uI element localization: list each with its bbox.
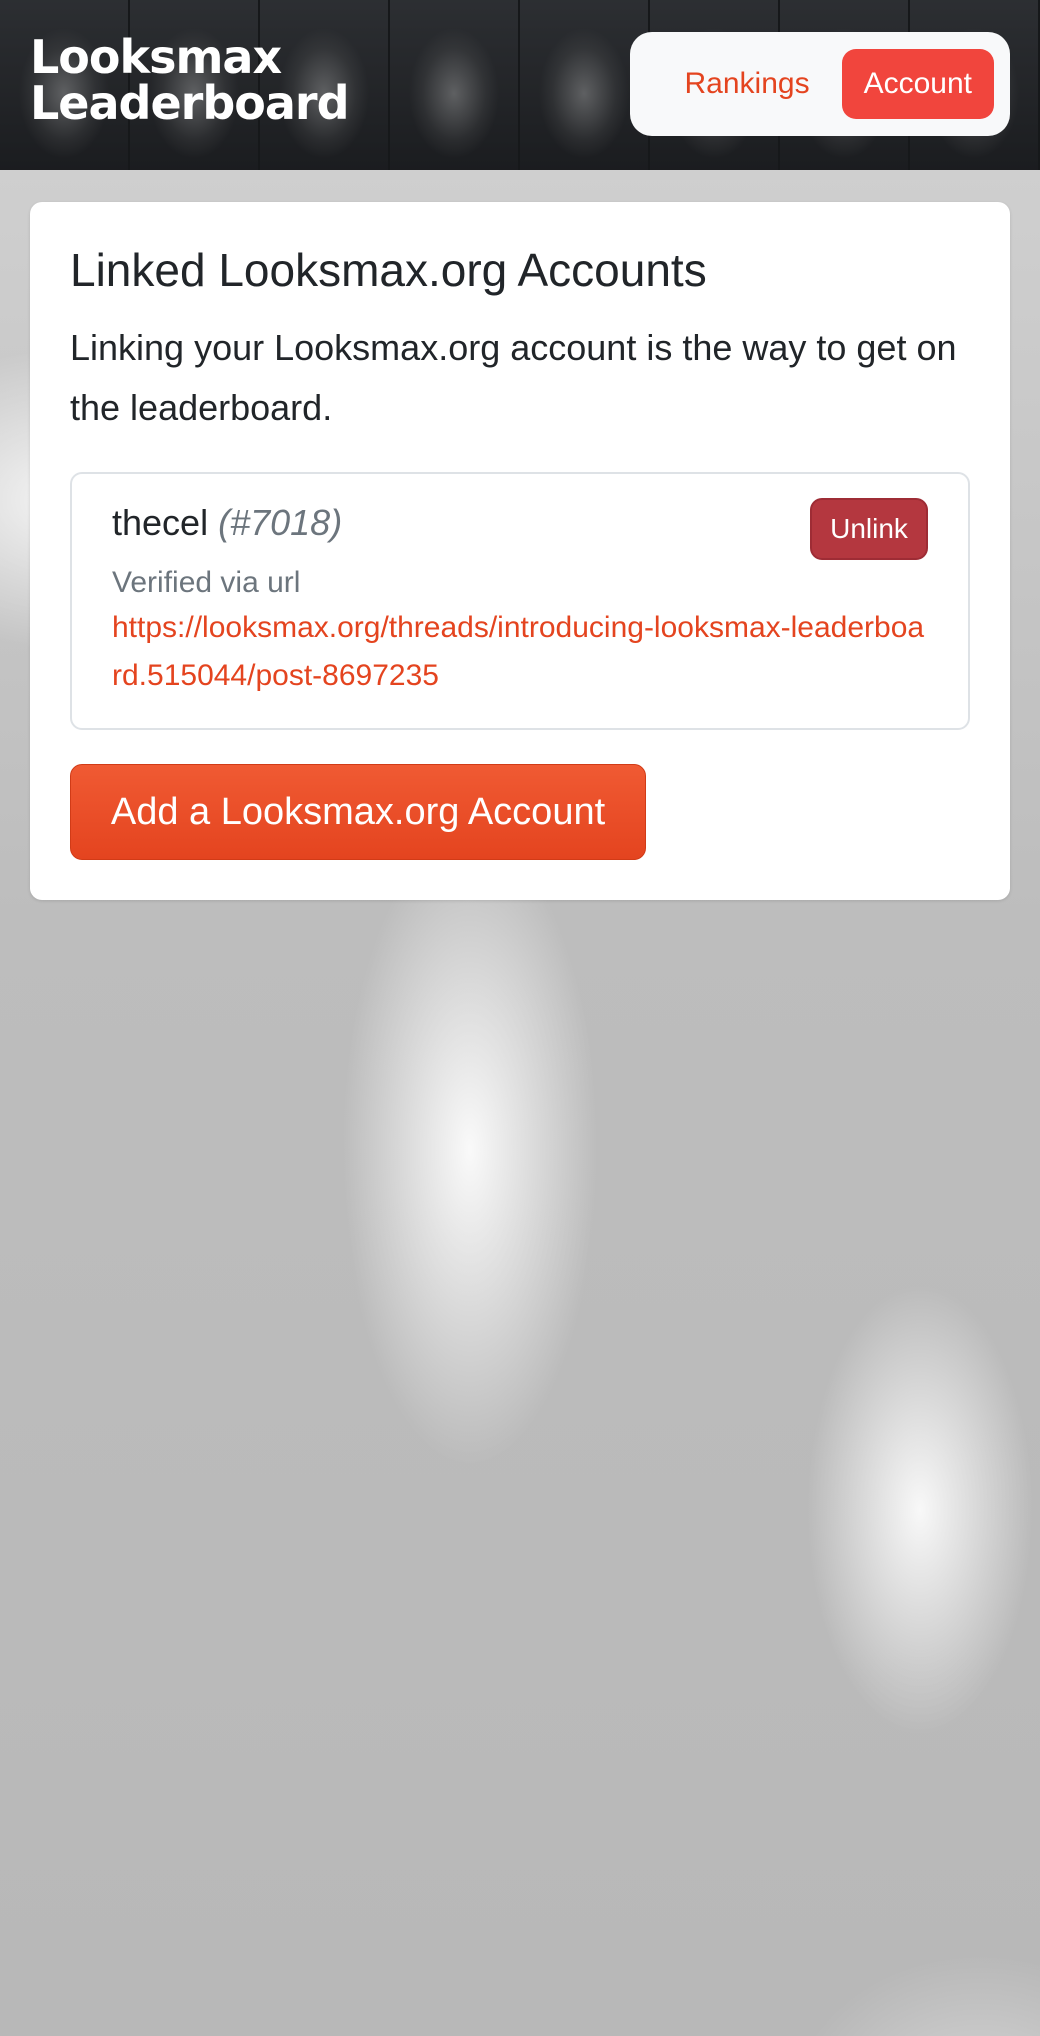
verified-text: Verified via url: [112, 566, 301, 599]
nav-account-link[interactable]: Account: [841, 49, 994, 119]
add-account-button[interactable]: Add a Looksmax.org Account: [70, 764, 646, 860]
page-title: Linked Looksmax.org Accounts: [70, 244, 707, 296]
logo-line-1: Looksmax: [30, 30, 282, 84]
site-logo[interactable]: Looksmax Leaderboard: [30, 30, 350, 130]
unlink-button[interactable]: Unlink: [810, 498, 928, 560]
site-header: Looksmax Leaderboard Rankings Account: [0, 0, 1040, 170]
main-nav: Rankings Account: [630, 32, 1010, 136]
nav-rankings-link[interactable]: Rankings: [663, 49, 832, 119]
lead-text: Linking your Looksmax.org account is the…: [70, 327, 957, 428]
account-username: thecel: [112, 502, 209, 543]
linked-account-item: thecel (#7018) Verified via url https://…: [70, 472, 970, 730]
account-id: (#7018): [218, 502, 343, 543]
linked-accounts-card: Linked Looksmax.org Accounts Linking you…: [30, 202, 1010, 900]
verification-url-link[interactable]: https://looksmax.org/threads/introducing…: [112, 611, 924, 692]
account-name: thecel (#7018): [112, 498, 928, 548]
logo-line-2: Leaderboard: [30, 76, 350, 130]
